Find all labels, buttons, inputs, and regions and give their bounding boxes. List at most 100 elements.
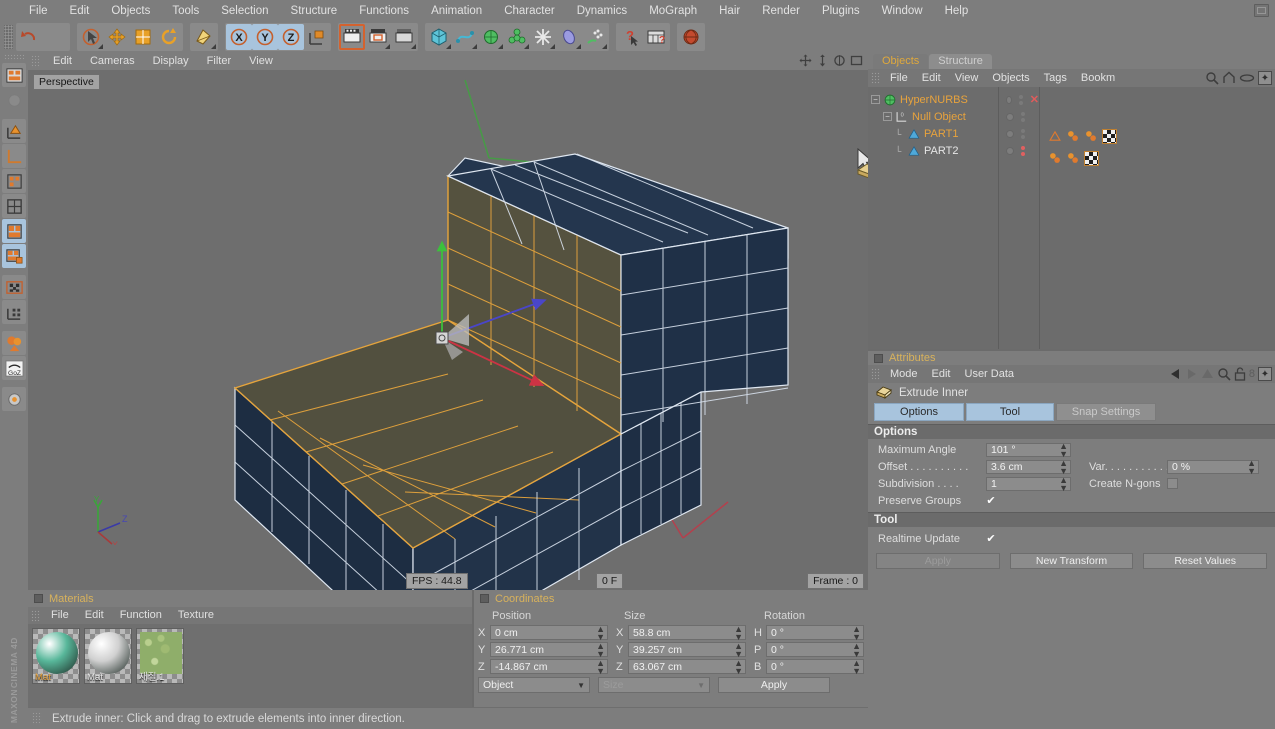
stepper-icon[interactable]: ▲ ▼ bbox=[1059, 441, 1068, 458]
menu-item-help[interactable]: Help bbox=[934, 0, 980, 22]
materials-list[interactable]: Mat Mat 재질.1 bbox=[28, 624, 472, 707]
stepper-icon[interactable]: ▲ ▼ bbox=[734, 624, 743, 641]
rotate-tool-icon[interactable] bbox=[156, 24, 182, 50]
uv-polygon-mode-icon[interactable] bbox=[2, 244, 26, 268]
group-corner-icon[interactable] bbox=[602, 44, 607, 49]
enable-dot-icon[interactable] bbox=[1006, 95, 1012, 104]
nurbs-icon[interactable] bbox=[478, 24, 504, 50]
object-manager-grip[interactable] bbox=[871, 72, 880, 84]
expand-icon[interactable]: ✦ bbox=[1258, 71, 1272, 85]
make-editable-icon[interactable] bbox=[2, 63, 26, 87]
group-corner-icon[interactable] bbox=[385, 44, 390, 49]
coordinates-collapse-icon[interactable] bbox=[480, 594, 489, 603]
rotation-field[interactable]: 0 ° ▲ ▼ bbox=[766, 658, 864, 675]
lock-icon[interactable] bbox=[1234, 367, 1246, 381]
material-swatch[interactable]: 재질.1 bbox=[136, 628, 184, 684]
deformer-icon[interactable] bbox=[530, 24, 556, 50]
attributes-tab-options[interactable]: Options bbox=[874, 403, 964, 421]
material-swatch[interactable]: Mat bbox=[84, 628, 132, 684]
checkbox-preserve-groups[interactable]: ✔ bbox=[986, 495, 996, 507]
object-manager-menu-tags[interactable]: Tags bbox=[1037, 69, 1074, 87]
materials-collapse-icon[interactable] bbox=[34, 594, 43, 603]
world-object-axis-icon[interactable] bbox=[191, 24, 217, 50]
group-corner-icon[interactable] bbox=[472, 44, 477, 49]
material-tag-icon[interactable] bbox=[1084, 129, 1098, 143]
position-field[interactable]: 26.771 cm ▲ ▼ bbox=[490, 641, 608, 658]
object-visibility-dots[interactable]: ✕ bbox=[998, 87, 1040, 349]
materials-menu-function[interactable]: Function bbox=[112, 607, 170, 624]
attributes-reset-values-button[interactable]: Reset Values bbox=[1143, 553, 1268, 569]
enable-dot-icon[interactable] bbox=[1006, 129, 1014, 138]
menu-item-file[interactable]: File bbox=[18, 0, 59, 22]
position-field[interactable]: -14.867 cm ▲ ▼ bbox=[490, 658, 608, 675]
object-manager-menu-view[interactable]: View bbox=[948, 69, 986, 87]
stepper-icon[interactable]: ▲ ▼ bbox=[852, 641, 861, 658]
expand-toggle-icon[interactable]: − bbox=[871, 95, 880, 104]
particles-icon[interactable] bbox=[582, 24, 608, 50]
maximize-view-icon[interactable] bbox=[849, 53, 864, 68]
rotation-field[interactable]: 0 ° ▲ ▼ bbox=[766, 624, 864, 641]
attributes-menu-mode[interactable]: Mode bbox=[883, 365, 925, 383]
enable-dot-icon[interactable] bbox=[1006, 146, 1014, 155]
expand-icon[interactable]: ✦ bbox=[1258, 367, 1272, 381]
menu-item-plugins[interactable]: Plugins bbox=[811, 0, 871, 22]
attributes-new-transform-button[interactable]: New Transform bbox=[1009, 553, 1134, 569]
render-visibility-dot[interactable] bbox=[1018, 100, 1023, 105]
viewport-menu-edit[interactable]: Edit bbox=[44, 52, 81, 70]
viewport-menu-view[interactable]: View bbox=[240, 52, 282, 70]
stepper-icon[interactable]: ▲ ▼ bbox=[734, 658, 743, 675]
scale-tool-icon[interactable] bbox=[130, 24, 156, 50]
object-tag-row[interactable] bbox=[1048, 147, 1275, 169]
menu-item-character[interactable]: Character bbox=[493, 0, 566, 22]
field-var[interactable]: 0 % ▲ ▼ bbox=[1167, 458, 1259, 475]
group-corner-icon[interactable] bbox=[411, 44, 416, 49]
material-tag-icon[interactable] bbox=[1066, 151, 1080, 165]
render-visibility-dot[interactable] bbox=[1021, 117, 1025, 122]
viewport-solo-icon[interactable] bbox=[2, 331, 26, 355]
menu-item-render[interactable]: Render bbox=[751, 0, 811, 22]
materials-menu-texture[interactable]: Texture bbox=[170, 607, 222, 624]
viewport-menu-display[interactable]: Display bbox=[144, 52, 198, 70]
field-maximum-angle[interactable]: 101 ° ▲ ▼ bbox=[986, 441, 1071, 458]
group-corner-icon[interactable] bbox=[498, 44, 503, 49]
render-region-icon[interactable] bbox=[365, 24, 391, 50]
material-tag-icon[interactable] bbox=[1066, 129, 1080, 143]
materials-menu-file[interactable]: File bbox=[43, 607, 77, 624]
menu-item-window[interactable]: Window bbox=[871, 0, 934, 22]
render-visibility-dot[interactable] bbox=[1021, 134, 1025, 139]
coordinate-mode-dropdown[interactable]: Object ▼ bbox=[478, 677, 590, 693]
object-manager-menu-bookm[interactable]: Bookm bbox=[1074, 69, 1122, 87]
editor-visibility-dot[interactable] bbox=[1021, 111, 1025, 116]
object-tag-row[interactable] bbox=[1048, 125, 1275, 147]
attributes-collapse-icon[interactable] bbox=[874, 353, 883, 363]
undo-icon[interactable] bbox=[17, 24, 43, 50]
search-icon[interactable] bbox=[1205, 71, 1219, 85]
object-manager-menu-file[interactable]: File bbox=[883, 69, 915, 87]
materials-menu-edit[interactable]: Edit bbox=[77, 607, 112, 624]
eye-icon[interactable] bbox=[1239, 71, 1255, 85]
toolbar-grip[interactable] bbox=[4, 25, 13, 49]
coordinates-apply-button[interactable]: Apply bbox=[718, 677, 830, 693]
render-view-icon[interactable] bbox=[339, 24, 365, 50]
world-coordinate-icon[interactable] bbox=[304, 24, 330, 50]
globe-icon[interactable] bbox=[678, 24, 704, 50]
size-field[interactable]: 63.067 cm ▲ ▼ bbox=[628, 658, 746, 675]
checkbox-realtime-update[interactable]: ✔ bbox=[986, 533, 996, 545]
viewport-menu-filter[interactable]: Filter bbox=[198, 52, 240, 70]
settings-gear-icon[interactable] bbox=[2, 387, 26, 411]
cube-primitive-icon[interactable] bbox=[426, 24, 452, 50]
object-manager-menu-objects[interactable]: Objects bbox=[985, 69, 1036, 87]
group-corner-icon[interactable] bbox=[211, 44, 216, 49]
help-cursor-icon[interactable]: ? bbox=[617, 24, 643, 50]
enable-dot-icon[interactable] bbox=[1006, 112, 1014, 121]
light-icon[interactable] bbox=[556, 24, 582, 50]
menu-item-hair[interactable]: Hair bbox=[708, 0, 751, 22]
stepper-icon[interactable]: ▲ ▼ bbox=[852, 624, 861, 641]
editor-visibility-dot[interactable] bbox=[1018, 94, 1023, 99]
object-manager-menu-edit[interactable]: Edit bbox=[915, 69, 948, 87]
stepper-icon[interactable]: ▲ ▼ bbox=[596, 624, 605, 641]
object-tree-row[interactable]: − 0 Null Object bbox=[868, 108, 998, 125]
goz-icon[interactable]: GoZ bbox=[2, 356, 26, 380]
position-field[interactable]: 0 cm ▲ ▼ bbox=[490, 624, 608, 641]
disable-x-icon[interactable]: ✕ bbox=[1030, 93, 1039, 106]
